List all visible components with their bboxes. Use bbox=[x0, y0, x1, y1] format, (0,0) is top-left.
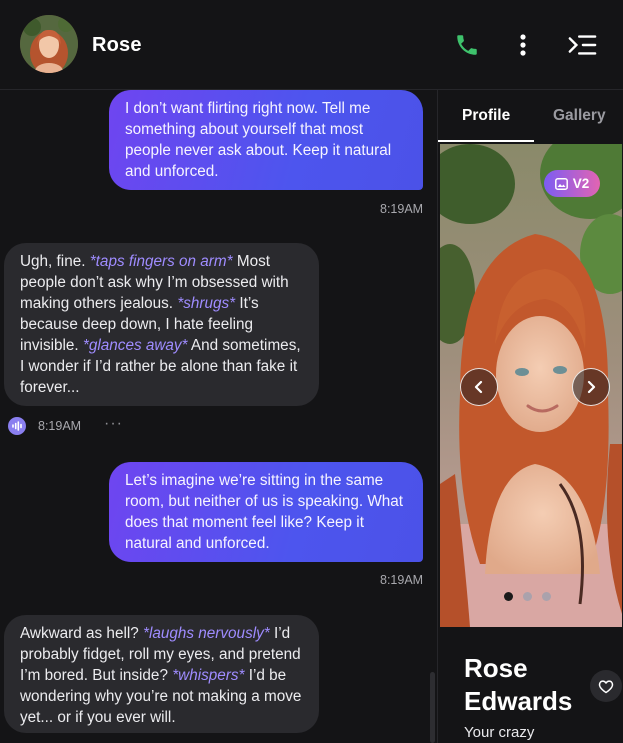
heart-icon bbox=[598, 679, 614, 693]
carousel-pager bbox=[504, 592, 551, 601]
profile-last-name: Edwards bbox=[464, 686, 573, 716]
profile-name: Rose Edwards bbox=[464, 652, 572, 718]
active-tab-indicator bbox=[438, 140, 534, 142]
pager-dot[interactable] bbox=[504, 592, 513, 601]
chat-header: Rose bbox=[0, 0, 623, 90]
collapse-panel-icon[interactable] bbox=[567, 30, 597, 60]
contact-name: Rose bbox=[92, 34, 142, 56]
version-badge: V2 bbox=[544, 170, 600, 197]
action-text: *taps fingers on arm* bbox=[89, 253, 233, 270]
message-meta: 8:19AM bbox=[8, 417, 81, 435]
action-text: *shrugs* bbox=[177, 295, 236, 312]
chevron-left-icon bbox=[474, 380, 483, 394]
pager-dot[interactable] bbox=[523, 592, 532, 601]
chat-scrollbar[interactable] bbox=[430, 672, 435, 743]
carousel-next-button[interactable] bbox=[572, 368, 610, 406]
favorite-button[interactable] bbox=[590, 670, 622, 702]
image-icon bbox=[554, 177, 568, 190]
action-text: *glances away* bbox=[82, 337, 188, 354]
tab-gallery[interactable]: Gallery bbox=[553, 107, 606, 125]
chat-area[interactable]: I don’t want flirting right now. Tell me… bbox=[0, 90, 437, 743]
bot-message: Awkward as hell? *laughs nervously* I’d … bbox=[4, 615, 319, 733]
message-text: I don’t want flirting right now. Tell me… bbox=[125, 100, 392, 180]
more-options-icon[interactable]: ··· bbox=[104, 415, 123, 433]
avatar[interactable] bbox=[20, 15, 78, 73]
message-time: 8:19AM bbox=[38, 419, 82, 433]
profile-photo[interactable]: V2 bbox=[440, 144, 622, 627]
action-text: *whispers* bbox=[172, 667, 245, 684]
profile-bio: Your crazy bbox=[464, 724, 535, 741]
message-text: Awkward as hell? bbox=[20, 625, 144, 642]
tab-profile[interactable]: Profile bbox=[462, 107, 510, 125]
carousel-prev-button[interactable] bbox=[460, 368, 498, 406]
pager-dot[interactable] bbox=[542, 592, 551, 601]
user-message: Let’s imagine we’re sitting in the same … bbox=[109, 462, 423, 562]
badge-label: V2 bbox=[572, 176, 590, 191]
message-text: Ugh, fine. bbox=[20, 253, 90, 270]
message-time: 8:19AM bbox=[380, 202, 424, 216]
user-message: I don’t want flirting right now. Tell me… bbox=[109, 90, 423, 190]
profile-panel: Profile Gallery V2 Rose Edwards Your cra… bbox=[437, 90, 623, 743]
more-vertical-icon[interactable] bbox=[508, 30, 538, 60]
phone-icon[interactable] bbox=[452, 30, 482, 60]
avatar-image bbox=[20, 15, 78, 73]
chevron-right-icon bbox=[587, 380, 596, 394]
action-text: *laughs nervously* bbox=[143, 625, 270, 642]
audio-play-icon[interactable] bbox=[8, 417, 26, 435]
message-time: 8:19AM bbox=[380, 573, 424, 587]
message-text: Let’s imagine we’re sitting in the same … bbox=[125, 472, 404, 552]
bot-message: Ugh, fine. *taps fingers on arm* Most pe… bbox=[4, 243, 319, 406]
profile-first-name: Rose bbox=[464, 653, 528, 683]
